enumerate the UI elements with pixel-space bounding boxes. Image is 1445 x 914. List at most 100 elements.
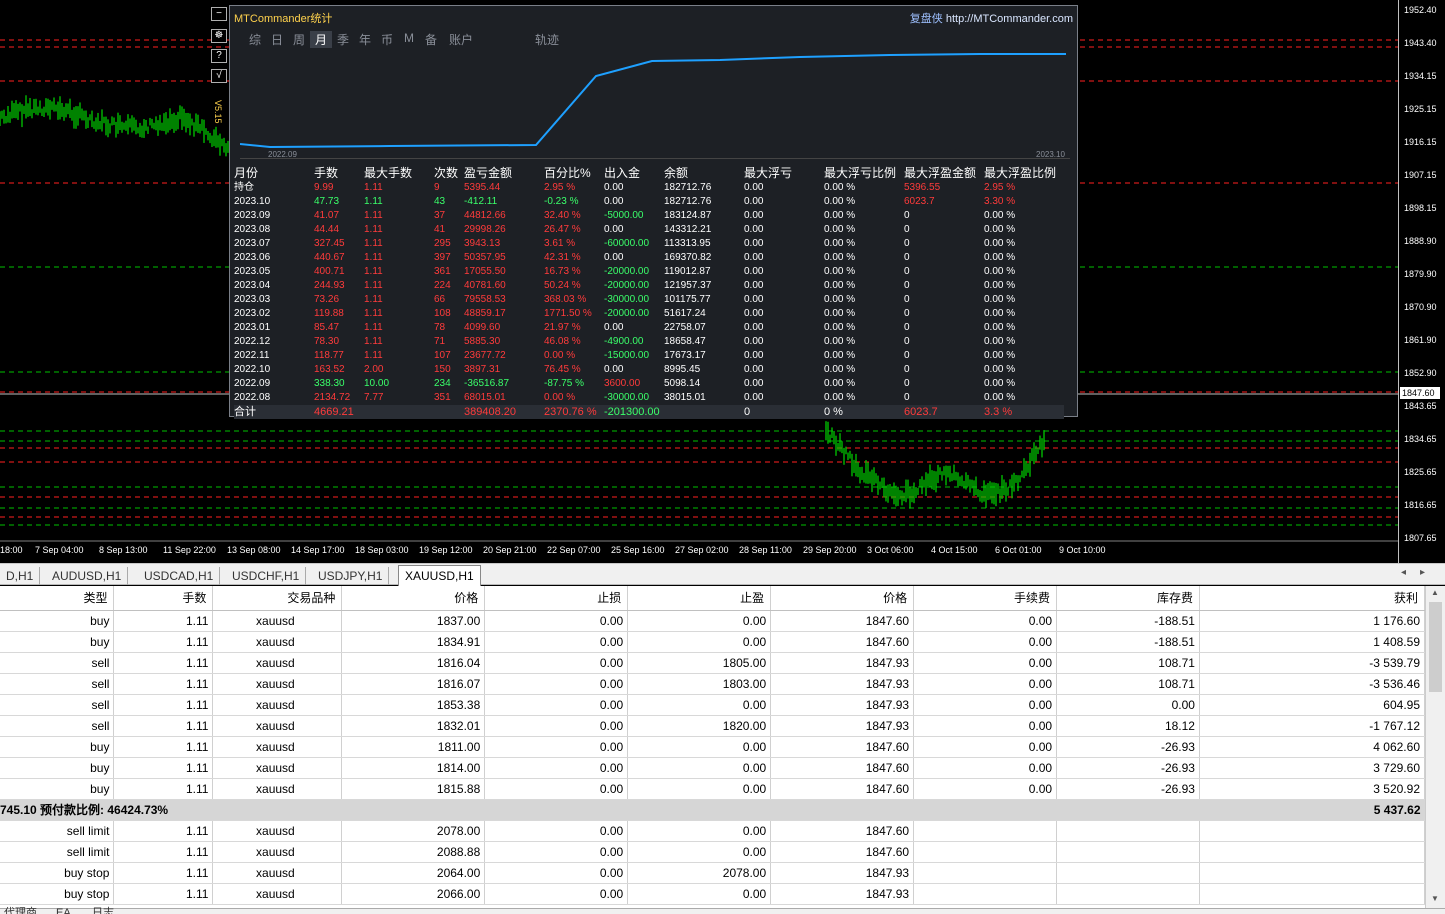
stats-row: 2023.06 440.67 1.11 397 50357.95 42.31 % 0.00 1… bbox=[234, 251, 1064, 265]
order-row[interactable]: sell 1.11 xauusd 1853.38 0.00 0.00 1847.93 0.00… bbox=[0, 694, 1425, 716]
orders-column-header[interactable]: 价格 bbox=[770, 586, 915, 611]
price-tick: 1888.90 bbox=[1404, 236, 1437, 246]
order-cell: xauusd bbox=[212, 631, 343, 653]
minimize-button[interactable]: − bbox=[211, 7, 227, 21]
vertical-scrollbar[interactable]: ▲ ▼ bbox=[1425, 586, 1445, 908]
stats-cell: 5885.30 bbox=[464, 336, 501, 347]
stats-cell: 0.00 % bbox=[824, 364, 856, 375]
stats-cell: 0.00 % bbox=[984, 252, 1016, 263]
stats-cell: -0.23 % bbox=[544, 196, 579, 207]
stats-column-header: 百分比% bbox=[544, 166, 591, 180]
chart-tab[interactable]: USDJPY,H1 bbox=[312, 567, 390, 585]
help-button[interactable]: ? bbox=[211, 49, 227, 63]
stats-cell: 2370.76 % bbox=[544, 405, 604, 419]
stats-tab-10[interactable]: 轨迹 bbox=[532, 31, 562, 48]
stats-cell: 0 bbox=[904, 266, 910, 277]
price-tick: 1879.90 bbox=[1404, 269, 1437, 279]
stats-tab-2[interactable]: 周 bbox=[288, 31, 310, 48]
chart-tab[interactable]: AUDUSD,H1 bbox=[46, 567, 129, 585]
order-row[interactable]: buy stop 1.11 xauusd 2066.00 0.00 0.00 1847.93 bbox=[0, 883, 1425, 905]
chart-tab[interactable]: USDCAD,H1 bbox=[138, 567, 221, 585]
stats-cell: 327.45 bbox=[314, 238, 345, 249]
order-row[interactable]: buy 1.11 xauusd 1837.00 0.00 0.00 1847.60 0.00-… bbox=[0, 610, 1425, 632]
stats-cell: 9 bbox=[434, 182, 440, 193]
chart-tab[interactable]: D,H1 bbox=[0, 567, 41, 585]
stats-cell: 2022.10 bbox=[234, 364, 271, 375]
order-row[interactable]: buy stop 1.11 xauusd 2064.00 0.00 2078.00 1847… bbox=[0, 862, 1425, 884]
scroll-down-icon[interactable]: ▼ bbox=[1431, 894, 1439, 903]
stats-tab-6[interactable]: 币 bbox=[376, 31, 398, 48]
order-cell bbox=[1199, 841, 1425, 863]
stats-cell: 2023.09 bbox=[234, 210, 271, 221]
order-cell: 4 062.60 bbox=[1199, 736, 1425, 758]
orders-column-header[interactable]: 库存费 bbox=[1056, 586, 1200, 611]
order-cell: xauusd bbox=[212, 883, 343, 905]
orders-column-header[interactable]: 类型 bbox=[0, 586, 115, 611]
time-tick: 13 Sep 08:00 bbox=[227, 545, 281, 555]
order-cell: 0.00 bbox=[484, 673, 629, 695]
orders-column-header[interactable]: 价格 bbox=[341, 586, 486, 611]
order-row[interactable]: buy 1.11 xauusd 1815.88 0.00 0.00 1847.60 0.00-… bbox=[0, 778, 1425, 800]
settings-icon[interactable]: ☸ bbox=[211, 29, 227, 43]
stats-cell: 0 bbox=[744, 405, 824, 419]
stats-cell: 0.00 % bbox=[984, 364, 1016, 375]
chart-tab[interactable]: XAUUSD,H1 bbox=[398, 565, 481, 586]
tab-scroll-arrows[interactable]: ◂▸ bbox=[1401, 567, 1439, 578]
order-row[interactable]: sell 1.11 xauusd 1816.04 0.00 1805.00 1847.93 0… bbox=[0, 652, 1425, 674]
stats-tab-1[interactable]: 日 bbox=[266, 31, 288, 48]
order-row[interactable]: buy 1.11 xauusd 1834.91 0.00 0.00 1847.60 0.00-… bbox=[0, 631, 1425, 653]
stats-cell: 119.88 bbox=[314, 308, 344, 319]
orders-column-header[interactable]: 手数 bbox=[113, 586, 214, 611]
order-row[interactable]: sell 1.11 xauusd 1832.01 0.00 1820.00 1847.93 0… bbox=[0, 715, 1425, 737]
chart-tab[interactable]: USDCHF,H1 bbox=[226, 567, 307, 585]
terminal-tab[interactable]: 日志 bbox=[92, 908, 114, 914]
orders-column-header[interactable]: 获利 bbox=[1199, 586, 1425, 611]
orders-column-header[interactable]: 交易品种 bbox=[212, 586, 343, 611]
stats-cell bbox=[364, 405, 434, 419]
stats-column-header: 最大浮亏比例 bbox=[824, 166, 897, 180]
terminal-tab[interactable]: EA bbox=[56, 908, 71, 914]
price-scale[interactable]: 1952.40 1943.40 1934.15 1925.15 1916.15 1907.… bbox=[1398, 0, 1445, 563]
order-cell: -26.93 bbox=[1056, 757, 1200, 779]
order-row[interactable]: sell 1.11 xauusd 1816.07 0.00 1803.00 1847.93 0… bbox=[0, 673, 1425, 695]
stats-cell: 0.00 % bbox=[824, 196, 856, 207]
stats-tab-9[interactable]: 账户 bbox=[442, 31, 480, 48]
stats-row: 2023.07 327.45 1.11 295 3943.13 3.61 % -60000.… bbox=[234, 237, 1064, 251]
orders-column-header[interactable]: 止损 bbox=[484, 586, 629, 611]
order-cell: 1820.00 bbox=[627, 715, 772, 737]
check-button[interactable]: √ bbox=[211, 69, 227, 83]
stats-tab-3[interactable]: 月 bbox=[310, 31, 332, 48]
stats-cell: 0.00 % bbox=[984, 308, 1016, 319]
order-row[interactable]: sell limit 1.11 xauusd 2078.00 0.00 0.00 1847.… bbox=[0, 820, 1425, 842]
order-cell: buy bbox=[0, 610, 115, 632]
scroll-up-icon[interactable]: ▲ bbox=[1431, 588, 1439, 597]
stats-cell: 1771.50 % bbox=[544, 308, 592, 319]
brand-link[interactable]: 复盘侠 http://MTCommander.com bbox=[910, 10, 1073, 26]
stats-cell: 368.03 % bbox=[544, 294, 587, 305]
stats-cell: 0.00 bbox=[744, 210, 764, 221]
scroll-thumb[interactable] bbox=[1429, 602, 1442, 692]
terminal-tab[interactable]: 代理商 bbox=[4, 908, 37, 914]
order-cell bbox=[913, 841, 1058, 863]
order-row[interactable]: buy 1.11 xauusd 1814.00 0.00 0.00 1847.60 0.00-… bbox=[0, 757, 1425, 779]
stats-tab-7[interactable]: M bbox=[398, 31, 420, 48]
orders-column-header[interactable]: 手续费 bbox=[913, 586, 1058, 611]
orders-header-row: 类型 手数 交易品种 价格 止损 止盈 价格 手续费 库存费 获利 bbox=[0, 586, 1425, 611]
order-cell bbox=[1199, 883, 1425, 905]
stats-tab-8[interactable]: 备 bbox=[420, 31, 442, 48]
price-chart[interactable]: 1952.40 1943.40 1934.15 1925.15 1916.15 1907.… bbox=[0, 0, 1445, 563]
stats-tab-0[interactable]: 综 bbox=[244, 31, 266, 48]
order-row[interactable]: buy 1.11 xauusd 1811.00 0.00 0.00 1847.60 0.00-… bbox=[0, 736, 1425, 758]
stats-cell: 0 bbox=[904, 224, 910, 235]
stats-tab-4[interactable]: 季 bbox=[332, 31, 354, 48]
brand-url[interactable]: http://MTCommander.com bbox=[946, 13, 1073, 25]
order-cell: 0.00 bbox=[913, 736, 1058, 758]
stats-cell: 6023.7 bbox=[904, 196, 935, 207]
orders-column-header[interactable]: 止盈 bbox=[627, 586, 772, 611]
time-tick: 9 Oct 10:00 bbox=[1059, 545, 1106, 555]
order-cell: xauusd bbox=[212, 610, 343, 632]
stats-cell: 40781.60 bbox=[464, 280, 506, 291]
order-row[interactable]: sell limit 1.11 xauusd 2088.88 0.00 0.00 1847.… bbox=[0, 841, 1425, 863]
stats-cell: 0.00 bbox=[744, 238, 764, 249]
stats-tab-5[interactable]: 年 bbox=[354, 31, 376, 48]
